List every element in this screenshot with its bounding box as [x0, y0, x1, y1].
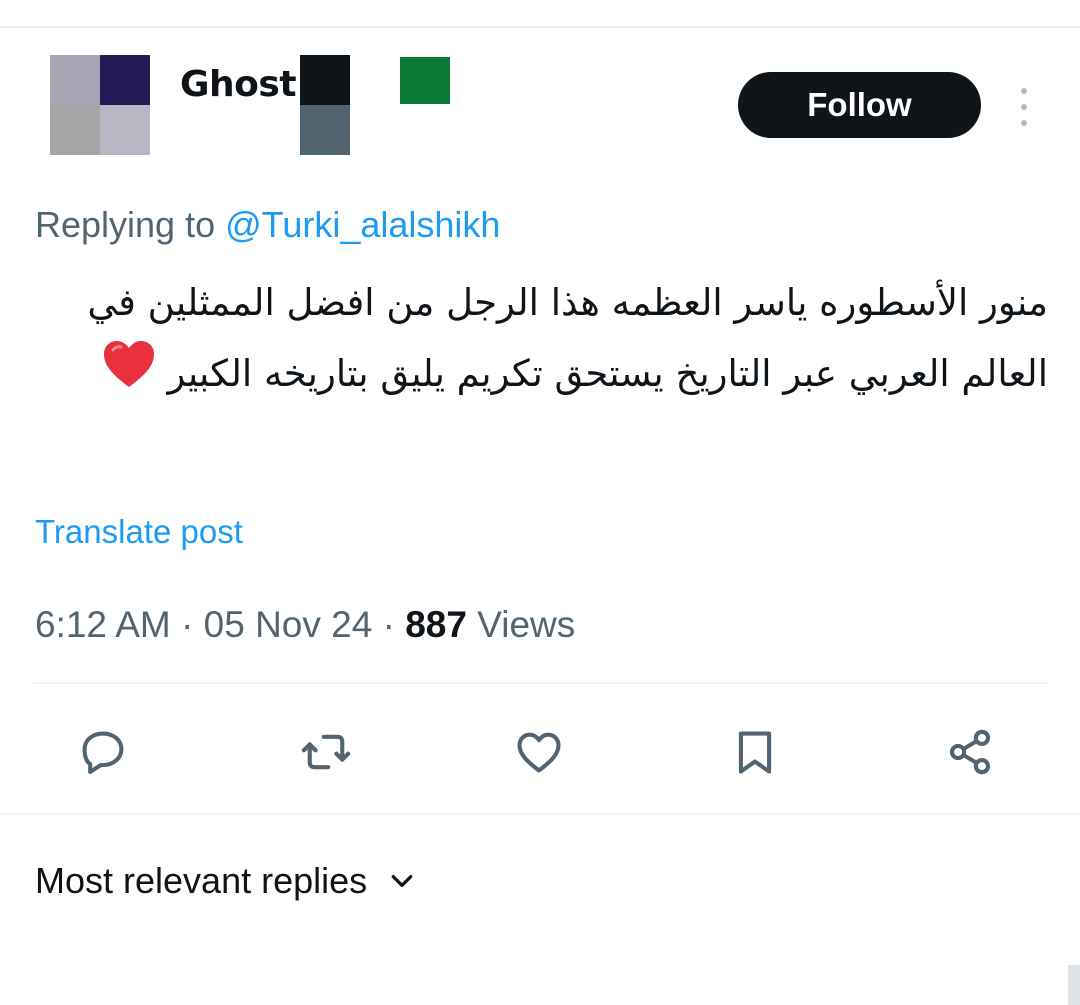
- replies-sort-label: Most relevant replies: [35, 860, 368, 901]
- flag-icon: [400, 57, 450, 104]
- translate-post-link[interactable]: Translate post: [35, 513, 243, 551]
- follow-button[interactable]: Follow: [738, 72, 981, 138]
- avatar[interactable]: [50, 55, 150, 155]
- share-button[interactable]: [940, 722, 1000, 782]
- scrollbar[interactable]: [1068, 965, 1080, 1005]
- tweet-detail-screen: Ghost Follow Replying to @Turki_alalshik…: [0, 0, 1080, 1005]
- views-label: Views: [477, 604, 576, 645]
- repost-button[interactable]: [296, 722, 356, 782]
- reply-button[interactable]: [73, 722, 133, 782]
- censor-block: [300, 55, 350, 155]
- repost-icon: [301, 734, 351, 770]
- replying-to: Replying to @Turki_alalshikh: [35, 204, 500, 246]
- replies-sort-dropdown[interactable]: Most relevant replies: [35, 860, 417, 902]
- replying-to-handle[interactable]: @Turki_alalshikh: [225, 204, 500, 245]
- views-count: 887: [405, 604, 467, 645]
- post-date[interactable]: 05 Nov 24: [204, 604, 373, 645]
- meta-separator: ·: [382, 604, 406, 645]
- post-actions-bar: [0, 722, 1080, 782]
- post-text: منور الأسطوره ياسر العظمه هذا الرجل من ا…: [32, 268, 1048, 413]
- replying-to-label: Replying to: [35, 204, 216, 245]
- author-display-name[interactable]: Ghost: [180, 64, 297, 105]
- actions-divider: [33, 682, 1048, 684]
- bookmark-button[interactable]: [725, 722, 785, 782]
- reply-icon: [82, 731, 124, 774]
- like-icon: [517, 732, 561, 773]
- chevron-down-icon: [391, 875, 413, 887]
- top-divider: [0, 26, 1080, 28]
- meta-separator: ·: [181, 604, 204, 645]
- like-button[interactable]: [509, 722, 569, 782]
- bookmark-icon: [738, 731, 772, 774]
- more-options-icon[interactable]: [1012, 88, 1036, 126]
- share-icon: [949, 729, 991, 775]
- section-divider: [0, 813, 1080, 815]
- post-meta: 6:12 AM · 05 Nov 24 · 887 Views: [35, 604, 575, 646]
- post-text-body: منور الأسطوره ياسر العظمه هذا الرجل من ا…: [87, 281, 1048, 395]
- post-time[interactable]: 6:12 AM: [35, 604, 171, 645]
- red-heart-icon: [101, 338, 157, 413]
